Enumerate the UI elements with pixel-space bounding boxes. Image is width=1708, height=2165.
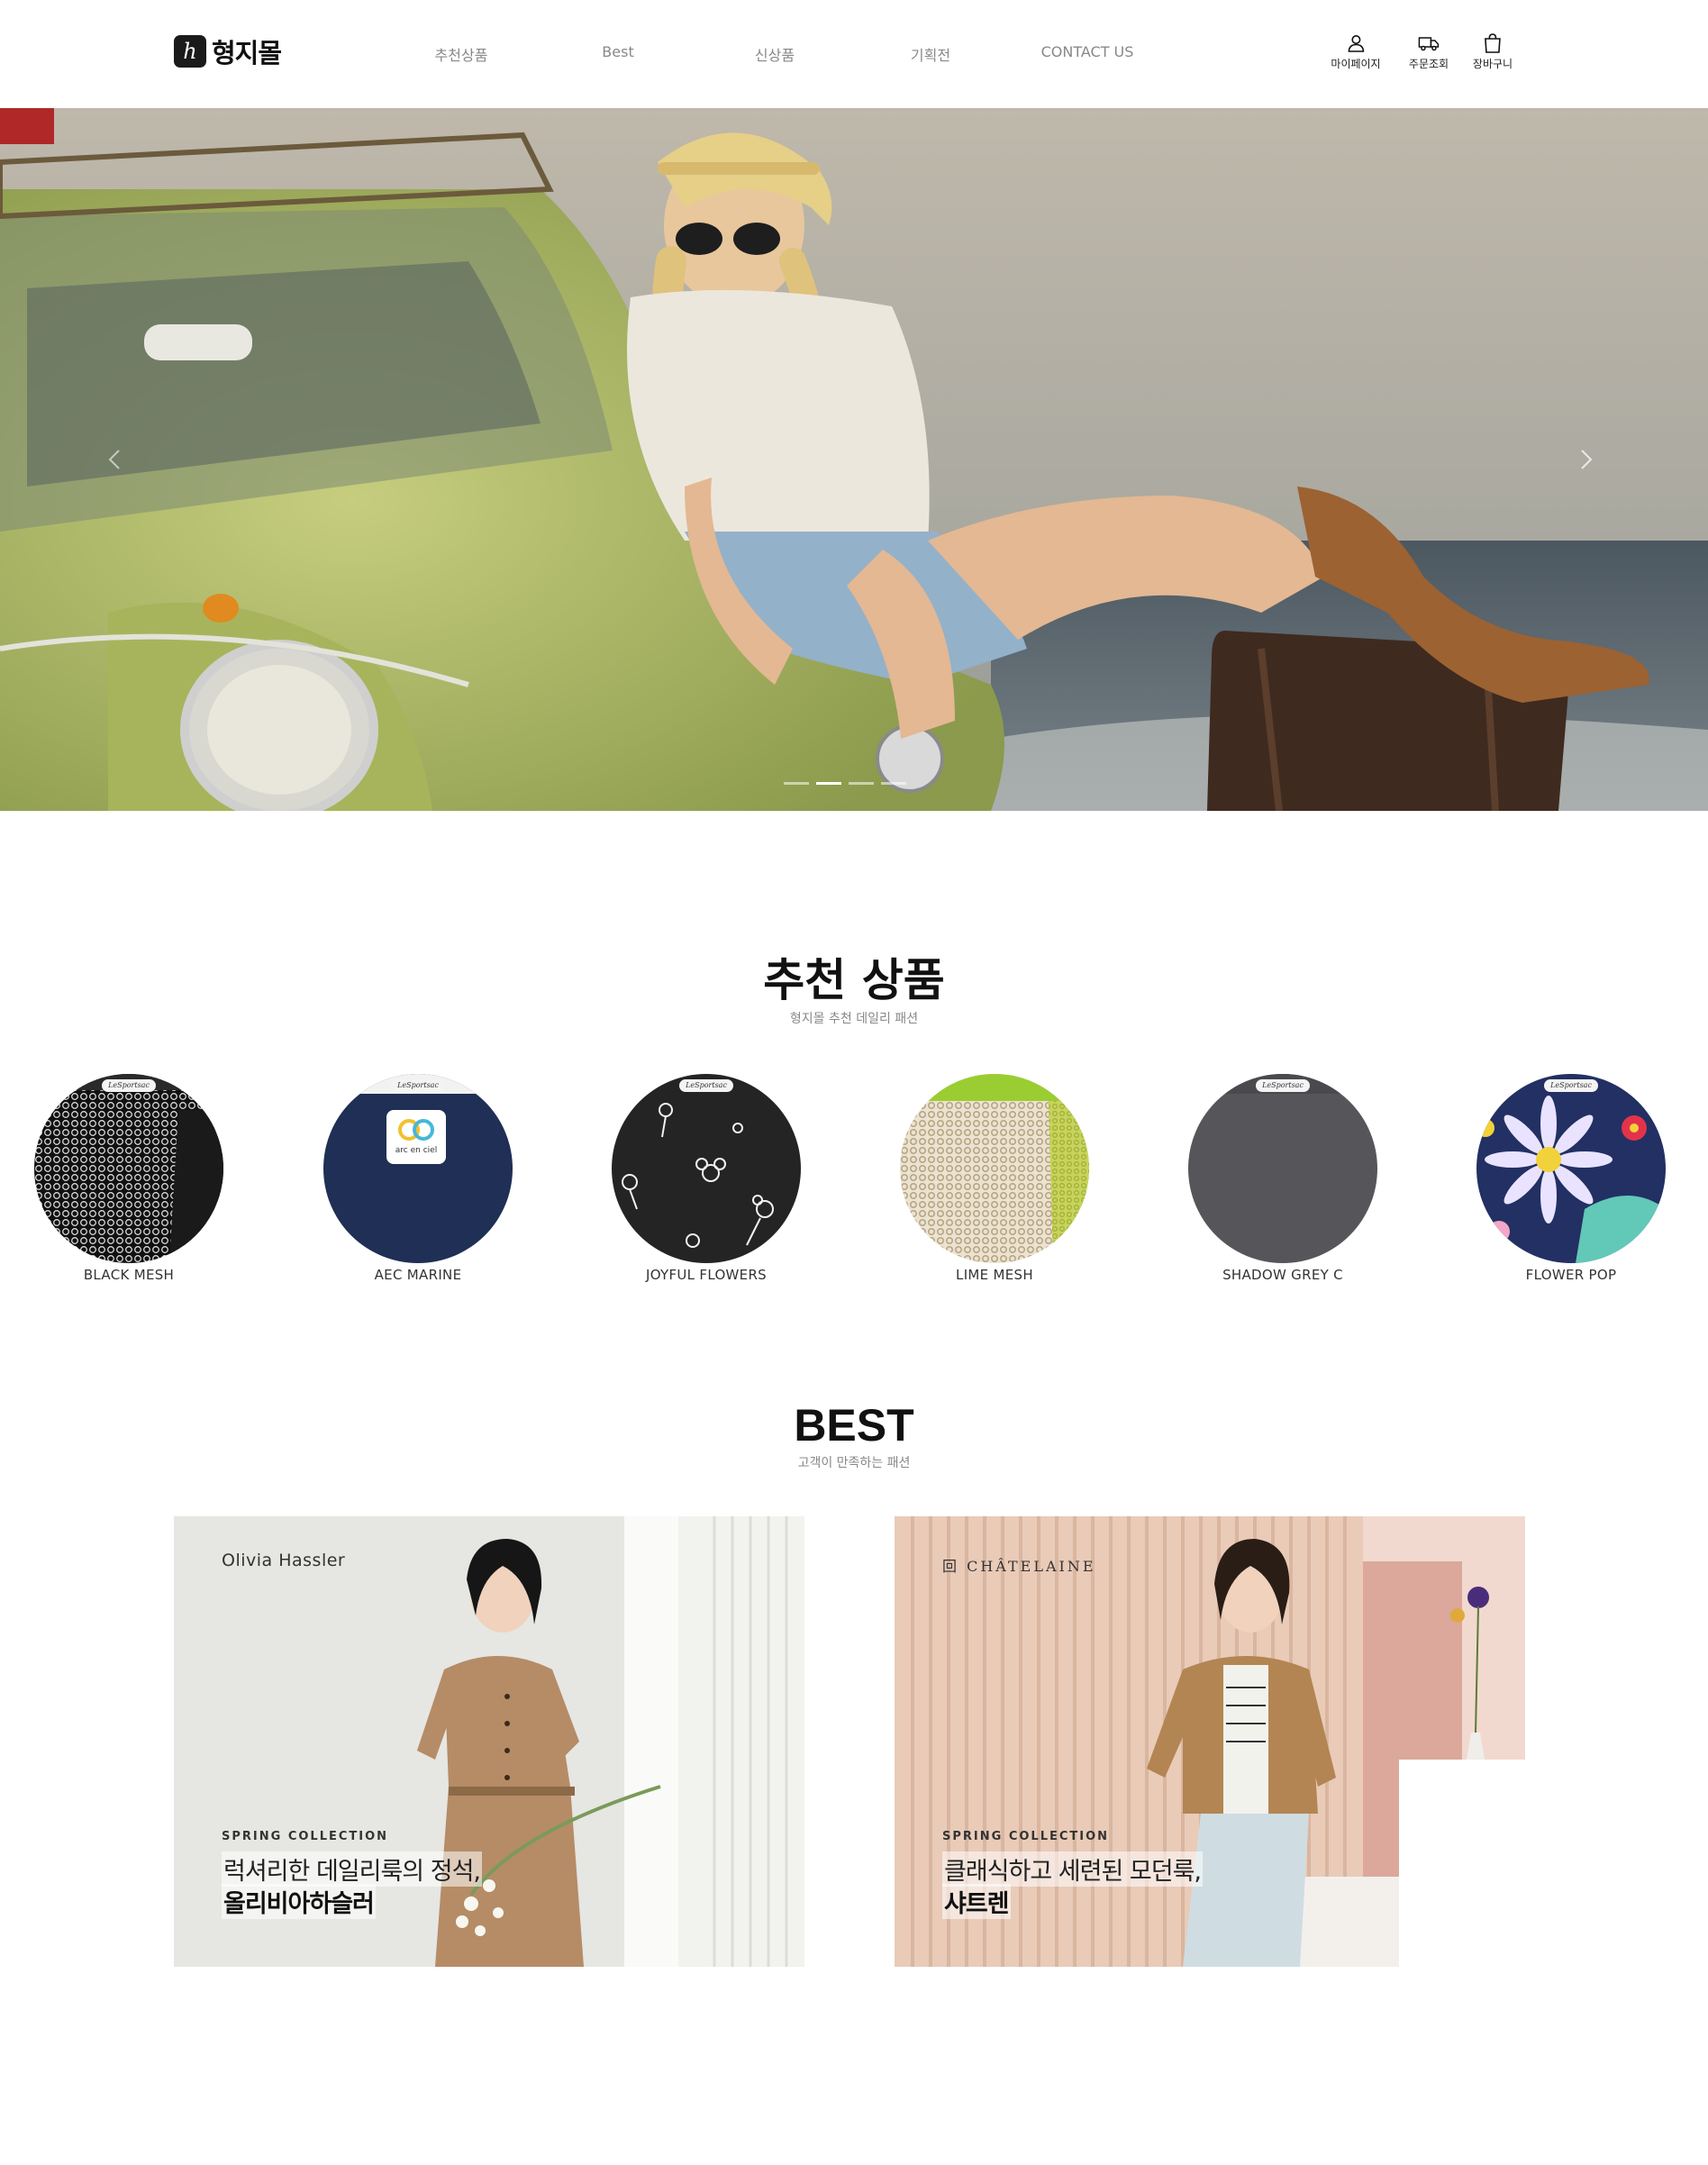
- product-flower-pop[interactable]: LeSportsac FLOWER POP: [1476, 1074, 1666, 1283]
- order-lookup-button[interactable]: 주문조회: [1409, 32, 1449, 71]
- recommend-subtitle: 형지몰 추천 데일리 패션: [789, 1012, 919, 1026]
- brand-tag: LeSportsac: [1544, 1079, 1598, 1092]
- banner-collection: SPRING COLLECTION: [222, 1830, 389, 1843]
- aec-badge: arc en ciel: [395, 1146, 438, 1155]
- chevron-left-icon: [108, 450, 120, 469]
- truck-icon: [1418, 37, 1440, 51]
- chevron-right-icon: [1581, 450, 1593, 469]
- product-image: LeSportsac: [34, 1074, 223, 1263]
- hero-next-button[interactable]: [1567, 441, 1604, 478]
- user-icon: [1348, 35, 1364, 52]
- nav-best[interactable]: Best: [602, 43, 633, 60]
- banner-collection: SPRING COLLECTION: [942, 1830, 1110, 1843]
- product-lime-mesh[interactable]: LIME MESH: [900, 1074, 1089, 1283]
- lime-mesh-pattern: [900, 1074, 1089, 1263]
- product-image: [900, 1074, 1089, 1263]
- recommend-title: 추천 상품: [763, 954, 945, 1006]
- product-aec-marine[interactable]: LeSportsac arc en ciel AEC MARINE: [323, 1074, 513, 1283]
- product-label: AEC MARINE: [374, 1267, 462, 1283]
- product-label: BLACK MESH: [83, 1267, 175, 1283]
- product-image: LeSportsac: [612, 1074, 801, 1263]
- hero-image: [0, 108, 1708, 811]
- hero-dot-1[interactable]: [784, 782, 809, 785]
- nav-new[interactable]: 신상품: [755, 43, 795, 65]
- brand-tag: LeSportsac: [679, 1079, 733, 1092]
- main-nav: 추천상품 Best 신상품 기획전 CONTACT US: [0, 43, 1708, 65]
- hero-pagination: [784, 782, 906, 785]
- hero-slider: [0, 108, 1708, 811]
- product-label: LIME MESH: [956, 1267, 1033, 1283]
- brand-tag: LeSportsac: [1256, 1079, 1310, 1092]
- product-label: FLOWER POP: [1525, 1267, 1617, 1283]
- hero-dot-4[interactable]: [881, 782, 906, 785]
- cart-button[interactable]: 장바구니: [1473, 32, 1513, 71]
- product-label: SHADOW GREY C: [1222, 1267, 1343, 1283]
- mypage-button[interactable]: 마이페이지: [1331, 32, 1381, 71]
- product-shadow-grey[interactable]: LeSportsac SHADOW GREY C: [1188, 1074, 1377, 1283]
- floral-pattern: [612, 1074, 801, 1263]
- banner-brand: Olivia Hassler: [222, 1551, 346, 1570]
- cart-label: 장바구니: [1472, 58, 1513, 70]
- brand-tag: LeSportsac: [102, 1079, 156, 1092]
- order-lookup-label: 주문조회: [1408, 58, 1449, 70]
- hero-dot-3[interactable]: [849, 782, 874, 785]
- brand-tag: LeSportsac: [391, 1079, 445, 1092]
- banner-copy-line1: 럭셔리한 데일리룩의 정석,: [222, 1851, 482, 1887]
- grey-fabric: [1188, 1074, 1377, 1263]
- banner-brand: 回 CHÂTELAINE: [942, 1558, 1096, 1575]
- mypage-label: 마이페이지: [1331, 58, 1381, 70]
- product-image: LeSportsac: [1476, 1074, 1666, 1263]
- hero-prev-button[interactable]: [97, 441, 133, 478]
- best-subtitle: 고객이 만족하는 패션: [797, 1456, 911, 1470]
- nav-contact[interactable]: CONTACT US: [1041, 43, 1134, 60]
- shopping-bag-icon: [1485, 33, 1501, 53]
- product-image: LeSportsac arc en ciel: [323, 1074, 513, 1263]
- marine-pattern: [323, 1074, 513, 1263]
- flower-pop-pattern: [1476, 1074, 1666, 1263]
- nav-recommend[interactable]: 추천상품: [435, 43, 488, 65]
- nav-exhibition[interactable]: 기획전: [911, 43, 950, 65]
- product-label: JOYFUL FLOWERS: [645, 1267, 767, 1283]
- product-image: LeSportsac: [1188, 1074, 1377, 1263]
- best-banner-olivia-hassler[interactable]: Olivia Hassler SPRING COLLECTION 럭셔리한 데일…: [174, 1516, 804, 1967]
- mesh-pattern: [34, 1074, 223, 1263]
- product-joyful-flowers[interactable]: LeSportsac JOYFUL FLOWERS: [612, 1074, 801, 1283]
- banner-copy-line2: 올리비아하슬러: [222, 1884, 376, 1919]
- product-black-mesh[interactable]: LeSportsac BLACK MESH: [34, 1074, 223, 1283]
- banner-copy-line1: 클래식하고 세련된 모던룩,: [942, 1851, 1203, 1887]
- best-title: BEST: [794, 1400, 914, 1451]
- best-banner-chatelaine[interactable]: 回 CHÂTELAINE SPRING COLLECTION 클래식하고 세련된…: [895, 1516, 1525, 1967]
- banner-copy-line2: 샤트렌: [942, 1884, 1011, 1919]
- hero-dot-2[interactable]: [816, 782, 841, 785]
- site-header: h 형지몰 추천상품 Best 신상품 기획전 CONTACT US 마이페이지…: [0, 0, 1708, 108]
